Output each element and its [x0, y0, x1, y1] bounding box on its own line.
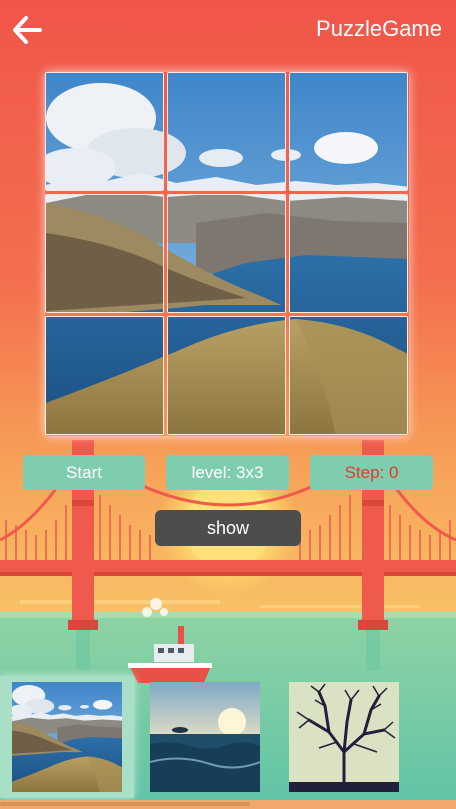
page-title: PuzzleGame: [316, 16, 442, 41]
puzzle-tile-6[interactable]: [289, 194, 408, 313]
step-counter: Step: 0: [310, 455, 433, 490]
thumbnail-bare-tree[interactable]: [289, 682, 399, 792]
app-screen: PuzzleGame Start level: 3x3 Step: 0 show: [0, 0, 456, 809]
back-button[interactable]: [10, 12, 48, 48]
puzzle-tile-3[interactable]: [289, 72, 408, 191]
puzzle-tile-9[interactable]: [289, 316, 408, 435]
show-button[interactable]: show: [155, 510, 301, 546]
puzzle-board: [45, 72, 409, 436]
arrow-left-icon: [13, 16, 42, 44]
puzzle-tile-2[interactable]: [167, 72, 286, 191]
puzzle-tile-1[interactable]: [45, 72, 164, 191]
thumbnail-lake-mountains[interactable]: [0, 676, 134, 798]
thumbnail-cat[interactable]: 元之: [428, 682, 456, 792]
start-button[interactable]: Start: [23, 455, 145, 490]
app-header: PuzzleGame: [0, 0, 456, 60]
puzzle-tile-7[interactable]: [45, 316, 164, 435]
thumbnail-ocean-sunset[interactable]: [150, 682, 260, 792]
level-indicator: level: 3x3: [166, 455, 289, 490]
puzzle-tile-4[interactable]: [45, 194, 164, 313]
thumbnail-strip: 元之: [0, 676, 456, 802]
puzzle-tile-8[interactable]: [167, 316, 286, 435]
puzzle-tile-5[interactable]: [167, 194, 286, 313]
thumbnail-scrollbar[interactable]: [0, 802, 250, 806]
